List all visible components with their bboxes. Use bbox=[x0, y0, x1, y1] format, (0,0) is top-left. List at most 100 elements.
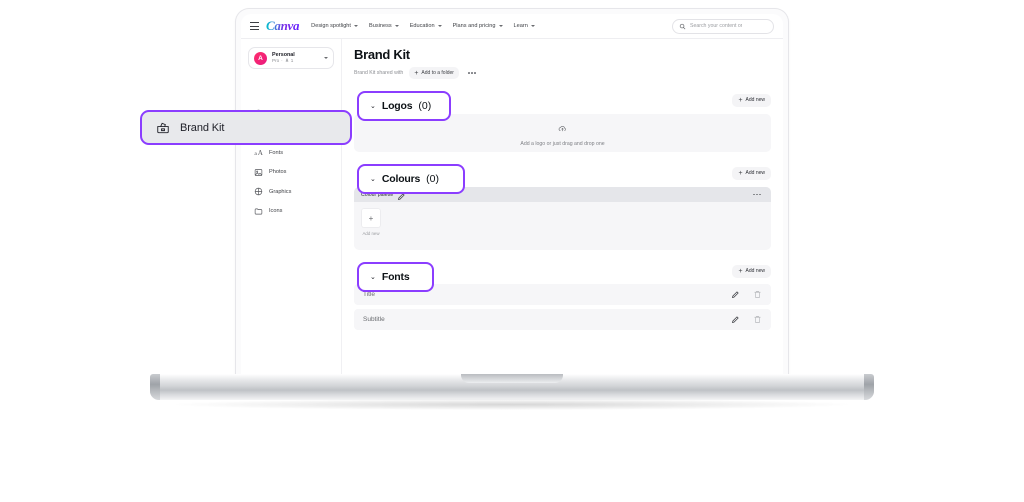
laptop-lid: Canva Design spotlight Business Educatio… bbox=[235, 8, 789, 380]
fonts-icon: aA bbox=[254, 148, 263, 157]
section-title: Logos bbox=[381, 100, 413, 112]
app-body: A Personal Pro · 1 a A Fonts Photos Grap… bbox=[241, 39, 783, 380]
page-title: Brand Kit bbox=[354, 47, 410, 62]
callout-brand-kit[interactable]: Brand Kit bbox=[140, 110, 352, 145]
chevron-down-icon bbox=[530, 25, 535, 27]
chevron-down-icon: ⌄ bbox=[370, 175, 376, 183]
photos-icon bbox=[254, 168, 263, 177]
shared-with-row: Brand Kit shared with + Add to a folder bbox=[354, 67, 771, 79]
callout-fonts-section: ⌄ Fonts bbox=[357, 262, 434, 292]
font-row-subtitle[interactable]: Subtitle bbox=[354, 309, 771, 330]
member-icon bbox=[285, 58, 289, 63]
nav-link-label: Plans and pricing bbox=[452, 23, 496, 29]
callout-fonts-content: ⌄ Fonts bbox=[370, 271, 410, 283]
pencil-icon[interactable] bbox=[731, 315, 740, 324]
nav-link-label: Business bbox=[368, 23, 392, 29]
top-navigation-bar: Canva Design spotlight Business Educatio… bbox=[241, 14, 783, 39]
chevron-down-icon bbox=[437, 25, 442, 27]
account-subtitle: Pro · 1 bbox=[272, 58, 295, 63]
hamburger-icon[interactable] bbox=[250, 22, 259, 30]
nav-link-plans-and-pricing[interactable]: Plans and pricing bbox=[453, 23, 503, 29]
svg-text:A: A bbox=[258, 149, 263, 157]
add-new-button-logos[interactable]: + Add new bbox=[732, 93, 771, 107]
laptop-shadow bbox=[176, 399, 848, 410]
section-logos: ⌄ Logos (0) + Add new bbox=[354, 91, 771, 152]
sidebar-item-photos[interactable]: Photos bbox=[248, 166, 334, 179]
trash-icon[interactable] bbox=[753, 315, 762, 324]
upload-cloud-icon bbox=[558, 120, 567, 138]
sidebar-item-fonts[interactable]: aA Fonts bbox=[248, 146, 334, 159]
add-new-button-fonts[interactable]: + Add new bbox=[732, 264, 771, 278]
nav-link-label: Design spotlight bbox=[311, 23, 351, 29]
plus-icon: + bbox=[738, 96, 743, 104]
section-title: Fonts bbox=[381, 271, 410, 283]
plus-icon: + bbox=[738, 169, 743, 177]
logos-empty-text: Add a logo or just drag and drop one bbox=[520, 140, 605, 147]
sidebar-item-label: Icons bbox=[269, 208, 283, 214]
more-options-icon[interactable] bbox=[750, 192, 764, 198]
section-count: (0) bbox=[418, 100, 432, 112]
add-new-label: Add new bbox=[745, 170, 765, 176]
more-options-icon[interactable] bbox=[465, 70, 479, 76]
search-icon bbox=[679, 17, 686, 35]
section-count: (0) bbox=[426, 173, 439, 185]
add-to-folder-button[interactable]: + Add to a folder bbox=[409, 67, 459, 79]
sidebar-item-graphics[interactable]: Graphics bbox=[248, 185, 334, 198]
nav-link-design-spotlight[interactable]: Design spotlight bbox=[311, 23, 358, 29]
nav-links: Design spotlight Business Education Plan… bbox=[311, 23, 535, 29]
callout-brand-kit-label: Brand Kit bbox=[180, 121, 225, 134]
chevron-down-icon bbox=[353, 25, 358, 27]
member-count: 1 bbox=[290, 58, 294, 64]
avatar: A bbox=[254, 51, 267, 65]
font-row-actions bbox=[731, 290, 762, 299]
chevron-down-icon bbox=[394, 25, 399, 27]
sidebar-item-icons[interactable]: Icons bbox=[248, 205, 334, 218]
font-row-actions bbox=[731, 315, 762, 324]
account-plan: Pro bbox=[272, 58, 280, 64]
account-switcher[interactable]: A Personal Pro · 1 bbox=[248, 47, 334, 69]
graphics-icon bbox=[254, 187, 263, 196]
nav-link-label: Education bbox=[409, 23, 435, 29]
add-new-label: Add new bbox=[745, 97, 765, 103]
search-input[interactable]: Search your content or bbox=[672, 17, 774, 35]
nav-link-label: Learn bbox=[513, 23, 528, 29]
screenshot-canvas: Canva Design spotlight Business Educatio… bbox=[0, 0, 1024, 502]
callout-logos-section: ⌄ Logos (0) bbox=[357, 91, 451, 121]
nav-link-learn[interactable]: Learn bbox=[514, 23, 535, 29]
account-sep: · bbox=[281, 58, 283, 64]
sidebar-item-brand-kit[interactable] bbox=[248, 77, 334, 103]
brand-kit-bag-icon bbox=[156, 121, 170, 135]
add-new-label: Add new bbox=[745, 268, 765, 274]
callout-colours-section: ⌄ Colours (0) bbox=[357, 164, 465, 194]
add-colour-swatch-label: Add new bbox=[362, 231, 380, 236]
search-placeholder: Search your content or bbox=[690, 23, 743, 29]
section-fonts: ⌄ Fonts + Add new Title bbox=[354, 262, 771, 330]
account-text: Personal Pro · 1 bbox=[272, 52, 295, 63]
trash-icon[interactable] bbox=[753, 290, 762, 299]
callout-logos-content: ⌄ Logos (0) bbox=[370, 100, 431, 112]
chevron-down-icon bbox=[324, 57, 328, 59]
main-content: Brand Kit Brand Kit shared with + Add to… bbox=[342, 39, 783, 380]
chevron-down-icon: ⌄ bbox=[370, 102, 376, 110]
callout-colours-content: ⌄ Colours (0) bbox=[370, 173, 439, 185]
font-row-name: Subtitle bbox=[363, 316, 385, 323]
shared-with-label: Brand Kit shared with bbox=[354, 70, 404, 76]
sidebar: A Personal Pro · 1 a A Fonts Photos Grap… bbox=[241, 39, 342, 380]
colour-palette-panel: Colour palette + Add new bbox=[354, 187, 771, 250]
add-new-button-colours[interactable]: + Add new bbox=[732, 166, 771, 180]
section-title: Colours bbox=[381, 173, 421, 185]
laptop-screen: Canva Design spotlight Business Educatio… bbox=[241, 14, 783, 380]
nav-link-business[interactable]: Business bbox=[369, 23, 399, 29]
chevron-down-icon bbox=[498, 25, 503, 27]
canva-logo[interactable]: Canva bbox=[266, 18, 299, 34]
plus-icon: + bbox=[414, 69, 419, 77]
font-row-name: Title bbox=[363, 291, 376, 298]
laptop-notch bbox=[461, 374, 563, 383]
add-colour-swatch-button[interactable]: + bbox=[361, 208, 381, 228]
plus-icon: + bbox=[738, 267, 743, 275]
nav-link-education[interactable]: Education bbox=[410, 23, 442, 29]
icons-icon bbox=[254, 207, 263, 216]
colour-palette-body: + Add new bbox=[354, 202, 771, 250]
plus-icon: + bbox=[368, 213, 374, 223]
pencil-icon[interactable] bbox=[731, 290, 740, 299]
